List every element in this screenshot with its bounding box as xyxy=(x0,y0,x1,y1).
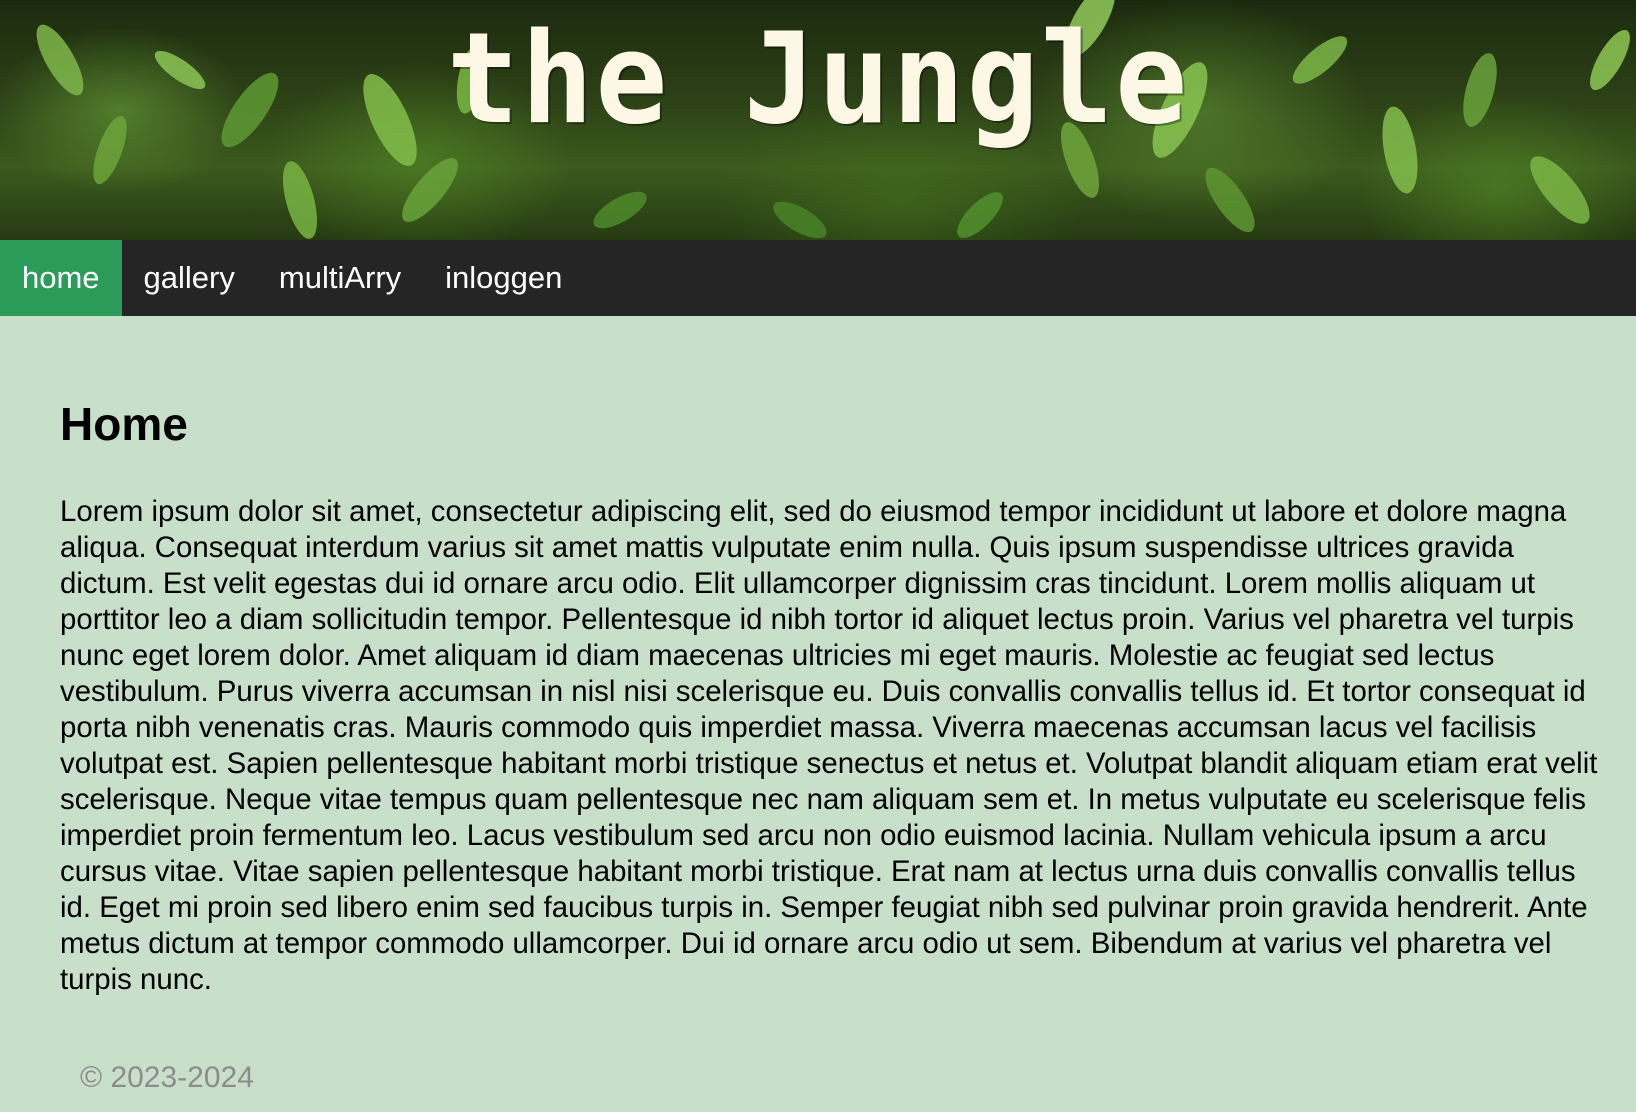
footer-copyright: © 2023-2024 xyxy=(80,1061,254,1094)
site-logo[interactable]: the Jungle xyxy=(0,7,1636,154)
main-nav: home gallery multiArry inloggen xyxy=(0,240,1636,316)
page-title: Home xyxy=(60,398,188,450)
nav-item-home[interactable]: home xyxy=(0,240,122,316)
header-banner: the Jungle xyxy=(0,0,1636,240)
nav-item-inloggen[interactable]: inloggen xyxy=(423,240,584,316)
body-paragraph: Lorem ipsum dolor sit amet, consectetur … xyxy=(60,495,1598,996)
page: the Jungle home gallery multiArry inlogg… xyxy=(0,0,1636,1112)
nav-item-multiarry[interactable]: multiArry xyxy=(257,240,423,316)
main-content: Home Lorem ipsum dolor sit amet, consect… xyxy=(60,316,1600,998)
nav-item-gallery[interactable]: gallery xyxy=(122,240,257,316)
